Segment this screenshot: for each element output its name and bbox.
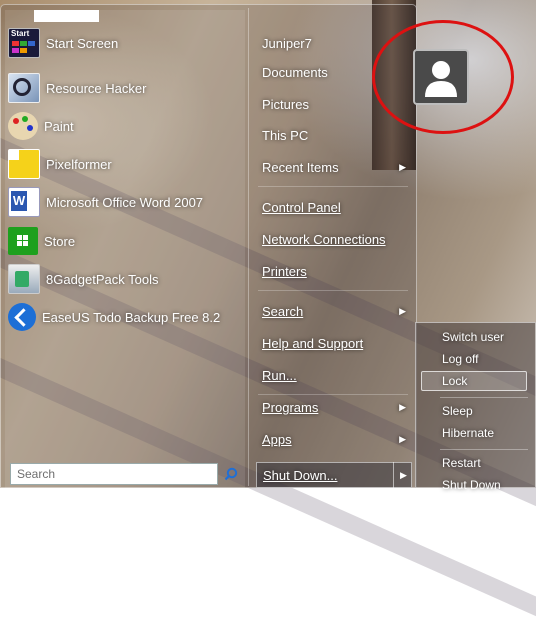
- program-label: Microsoft Office Word 2007: [46, 194, 204, 210]
- place-label: Programs: [262, 399, 319, 415]
- word-icon: W: [8, 187, 40, 217]
- gadgetpack-icon: [8, 264, 40, 294]
- place-label: Control Panel: [262, 199, 341, 215]
- place-printers[interactable]: Printers: [262, 256, 414, 286]
- place-label: Pictures: [262, 96, 309, 112]
- submenu-label: Lock: [442, 374, 468, 388]
- program-label: Pixelformer: [46, 156, 112, 172]
- program-start-screen[interactable]: Start Start Screen: [6, 26, 242, 60]
- shutdown-submenu: Switch user Log off Lock Sleep Hibernate…: [415, 322, 536, 492]
- pixelformer-icon: [8, 149, 40, 179]
- submenu-arrow-icon: ▶: [399, 305, 406, 316]
- submenu-label: Switch user: [442, 330, 505, 344]
- program-paint[interactable]: Paint: [6, 109, 242, 143]
- place-run[interactable]: Run...: [262, 360, 414, 390]
- submenu-label: Sleep: [442, 404, 473, 418]
- place-label: Search: [262, 303, 304, 319]
- place-search[interactable]: Search ▶: [262, 296, 414, 326]
- place-label: Juniper7: [262, 35, 312, 51]
- submenu-arrow-icon: ▶: [399, 433, 406, 444]
- search-input[interactable]: Search: [10, 463, 218, 485]
- submenu-hibernate[interactable]: Hibernate: [442, 422, 494, 444]
- place-help-and-support[interactable]: Help and Support: [262, 328, 414, 358]
- submenu-arrow-icon: ▶: [399, 401, 406, 412]
- place-label: Apps: [262, 431, 292, 447]
- menu-separator: [440, 397, 528, 398]
- program-label: 8GadgetPack Tools: [46, 271, 159, 287]
- program-8gadgetpack[interactable]: 8GadgetPack Tools: [6, 262, 242, 296]
- place-recent-items[interactable]: Recent Items ▶: [262, 152, 414, 182]
- submenu-label: Log off: [442, 352, 479, 366]
- program-easeus-todo-backup[interactable]: EaseUS Todo Backup Free 8.2: [6, 300, 242, 334]
- program-pixelformer[interactable]: Pixelformer: [6, 147, 242, 181]
- submenu-arrow-icon: ▶: [399, 161, 406, 172]
- submenu-lock[interactable]: Lock: [442, 370, 467, 392]
- submenu-restart[interactable]: Restart: [442, 452, 481, 474]
- annotation-red-circle: [372, 20, 514, 134]
- start-icon-text: Start: [11, 29, 30, 38]
- program-label: Resource Hacker: [46, 80, 147, 96]
- place-label: Recent Items: [262, 159, 339, 175]
- start-screen-icon: Start: [8, 28, 40, 58]
- menu-separator: [440, 449, 528, 450]
- shutdown-options-arrow-icon[interactable]: ▶: [393, 462, 413, 488]
- place-network-connections[interactable]: Network Connections: [262, 224, 414, 254]
- submenu-shut-down[interactable]: Shut Down: [442, 474, 501, 496]
- submenu-switch-user[interactable]: Switch user: [442, 326, 504, 348]
- program-label: EaseUS Todo Backup Free 8.2: [42, 309, 221, 325]
- search-placeholder: Search: [17, 467, 56, 481]
- redacted-user-label: [34, 10, 99, 22]
- program-store[interactable]: Store: [6, 224, 242, 258]
- place-label: Documents: [262, 64, 328, 80]
- program-word-2007[interactable]: W Microsoft Office Word 2007: [6, 185, 242, 219]
- submenu-sleep[interactable]: Sleep: [442, 400, 473, 422]
- program-resource-hacker[interactable]: Resource Hacker: [6, 71, 242, 105]
- place-this-pc[interactable]: This PC: [262, 120, 414, 150]
- place-label: Run...: [262, 367, 297, 383]
- submenu-label: Shut Down: [442, 478, 501, 492]
- place-apps[interactable]: Apps ▶: [262, 424, 414, 454]
- submenu-log-off[interactable]: Log off: [442, 348, 478, 370]
- paint-palette-icon: [8, 112, 38, 140]
- store-icon: [8, 227, 38, 255]
- place-programs[interactable]: Programs ▶: [262, 392, 414, 422]
- shutdown-button[interactable]: Shut Down...: [256, 462, 412, 488]
- place-label: Help and Support: [262, 335, 364, 351]
- shutdown-label: Shut Down...: [263, 467, 338, 483]
- place-control-panel[interactable]: Control Panel: [262, 192, 414, 222]
- program-label: Start Screen: [46, 35, 119, 51]
- easeus-icon: [8, 303, 36, 331]
- pane-divider: [248, 8, 249, 486]
- program-label: Paint: [44, 118, 74, 134]
- submenu-highlight: [421, 371, 527, 391]
- submenu-label: Restart: [442, 456, 481, 470]
- resource-hacker-icon: [8, 73, 40, 103]
- menu-separator: [258, 186, 408, 187]
- place-label: Network Connections: [262, 231, 386, 247]
- place-label: Printers: [262, 263, 307, 279]
- program-label: Store: [44, 233, 76, 249]
- submenu-label: Hibernate: [442, 426, 495, 440]
- place-label: This PC: [262, 127, 309, 143]
- search-icon[interactable]: [224, 467, 238, 481]
- menu-separator: [258, 290, 408, 291]
